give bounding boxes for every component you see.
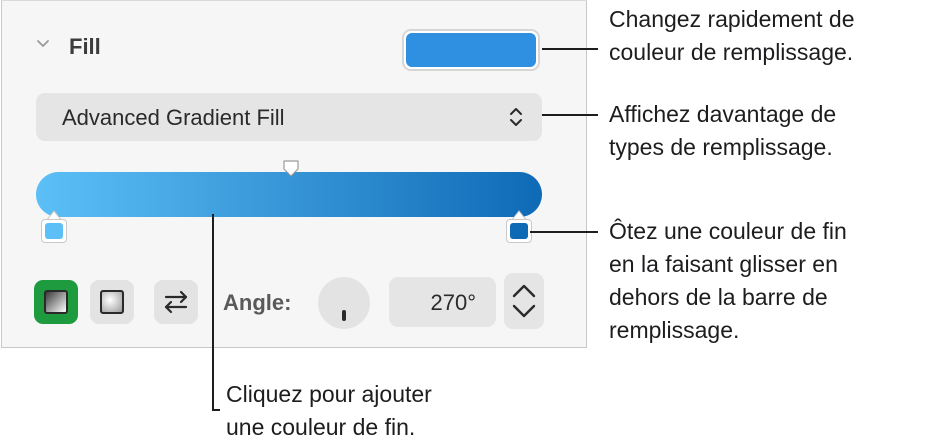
- up-down-stepper-icon: [512, 284, 536, 318]
- fill-type-value: Advanced Gradient Fill: [62, 105, 285, 130]
- stop-end-swatch: [510, 223, 528, 239]
- radial-gradient-button[interactable]: [90, 280, 134, 324]
- callout-text-line: Cliquez pour ajouter: [226, 381, 432, 407]
- callout-text-line: une couleur de fin.: [226, 414, 416, 440]
- angle-label: Angle:: [223, 290, 292, 315]
- callout-text-line: couleur de remplissage.: [609, 39, 854, 65]
- fill-inspector-panel: Fill Advanced Gradient Fill Angle: 270°: [1, 1, 587, 348]
- fill-type-select[interactable]: Advanced Gradient Fill: [36, 93, 542, 141]
- callout-remove-stop: Ôtez une couleur de fin en la faisant gl…: [609, 215, 847, 347]
- chevron-down-icon[interactable]: [36, 37, 50, 51]
- swap-colors-button[interactable]: [154, 280, 198, 324]
- callout-text-line: dehors de la barre de: [609, 284, 828, 310]
- callout-text-line: Changez rapidement de: [609, 6, 855, 32]
- swap-arrows-icon: [164, 290, 188, 314]
- callout-text-line: types de remplissage.: [609, 134, 833, 160]
- linear-gradient-button[interactable]: [34, 280, 78, 324]
- callout-line-add-stop: [212, 214, 214, 410]
- callout-line-add-stop-foot: [212, 409, 220, 411]
- linear-gradient-icon: [44, 290, 68, 314]
- angle-indicator: [342, 310, 346, 321]
- callout-text-line: en la faisant glisser en: [609, 251, 838, 277]
- callout-add-stop: Cliquez pour ajouter une couleur de fin.: [226, 378, 432, 444]
- angle-input[interactable]: 270°: [389, 277, 496, 327]
- callout-text-line: remplissage.: [609, 317, 740, 343]
- fill-color-well[interactable]: [402, 29, 540, 71]
- callout-quick-color: Changez rapidement de couleur de remplis…: [609, 3, 855, 69]
- fill-color-swatch: [406, 33, 536, 67]
- stop-start-swatch: [45, 223, 63, 239]
- radial-gradient-icon: [100, 290, 124, 314]
- callout-text-line: Ôtez une couleur de fin: [609, 218, 847, 244]
- gradient-midpoint-marker[interactable]: [281, 159, 301, 179]
- section-title: Fill: [69, 34, 101, 59]
- gradient-stop-start[interactable]: [41, 209, 67, 243]
- up-down-arrows-icon: [510, 108, 522, 126]
- callout-more-types: Affichez davantage de types de remplissa…: [609, 98, 836, 164]
- callout-line-color-well: [542, 48, 598, 50]
- angle-stepper[interactable]: [504, 273, 544, 329]
- callout-line-stop: [530, 231, 598, 233]
- angle-value: 270°: [430, 290, 476, 315]
- callout-line-fill-type: [542, 114, 598, 116]
- gradient-stop-end[interactable]: [506, 209, 532, 243]
- angle-knob[interactable]: [318, 277, 370, 329]
- callout-text-line: Affichez davantage de: [609, 101, 837, 127]
